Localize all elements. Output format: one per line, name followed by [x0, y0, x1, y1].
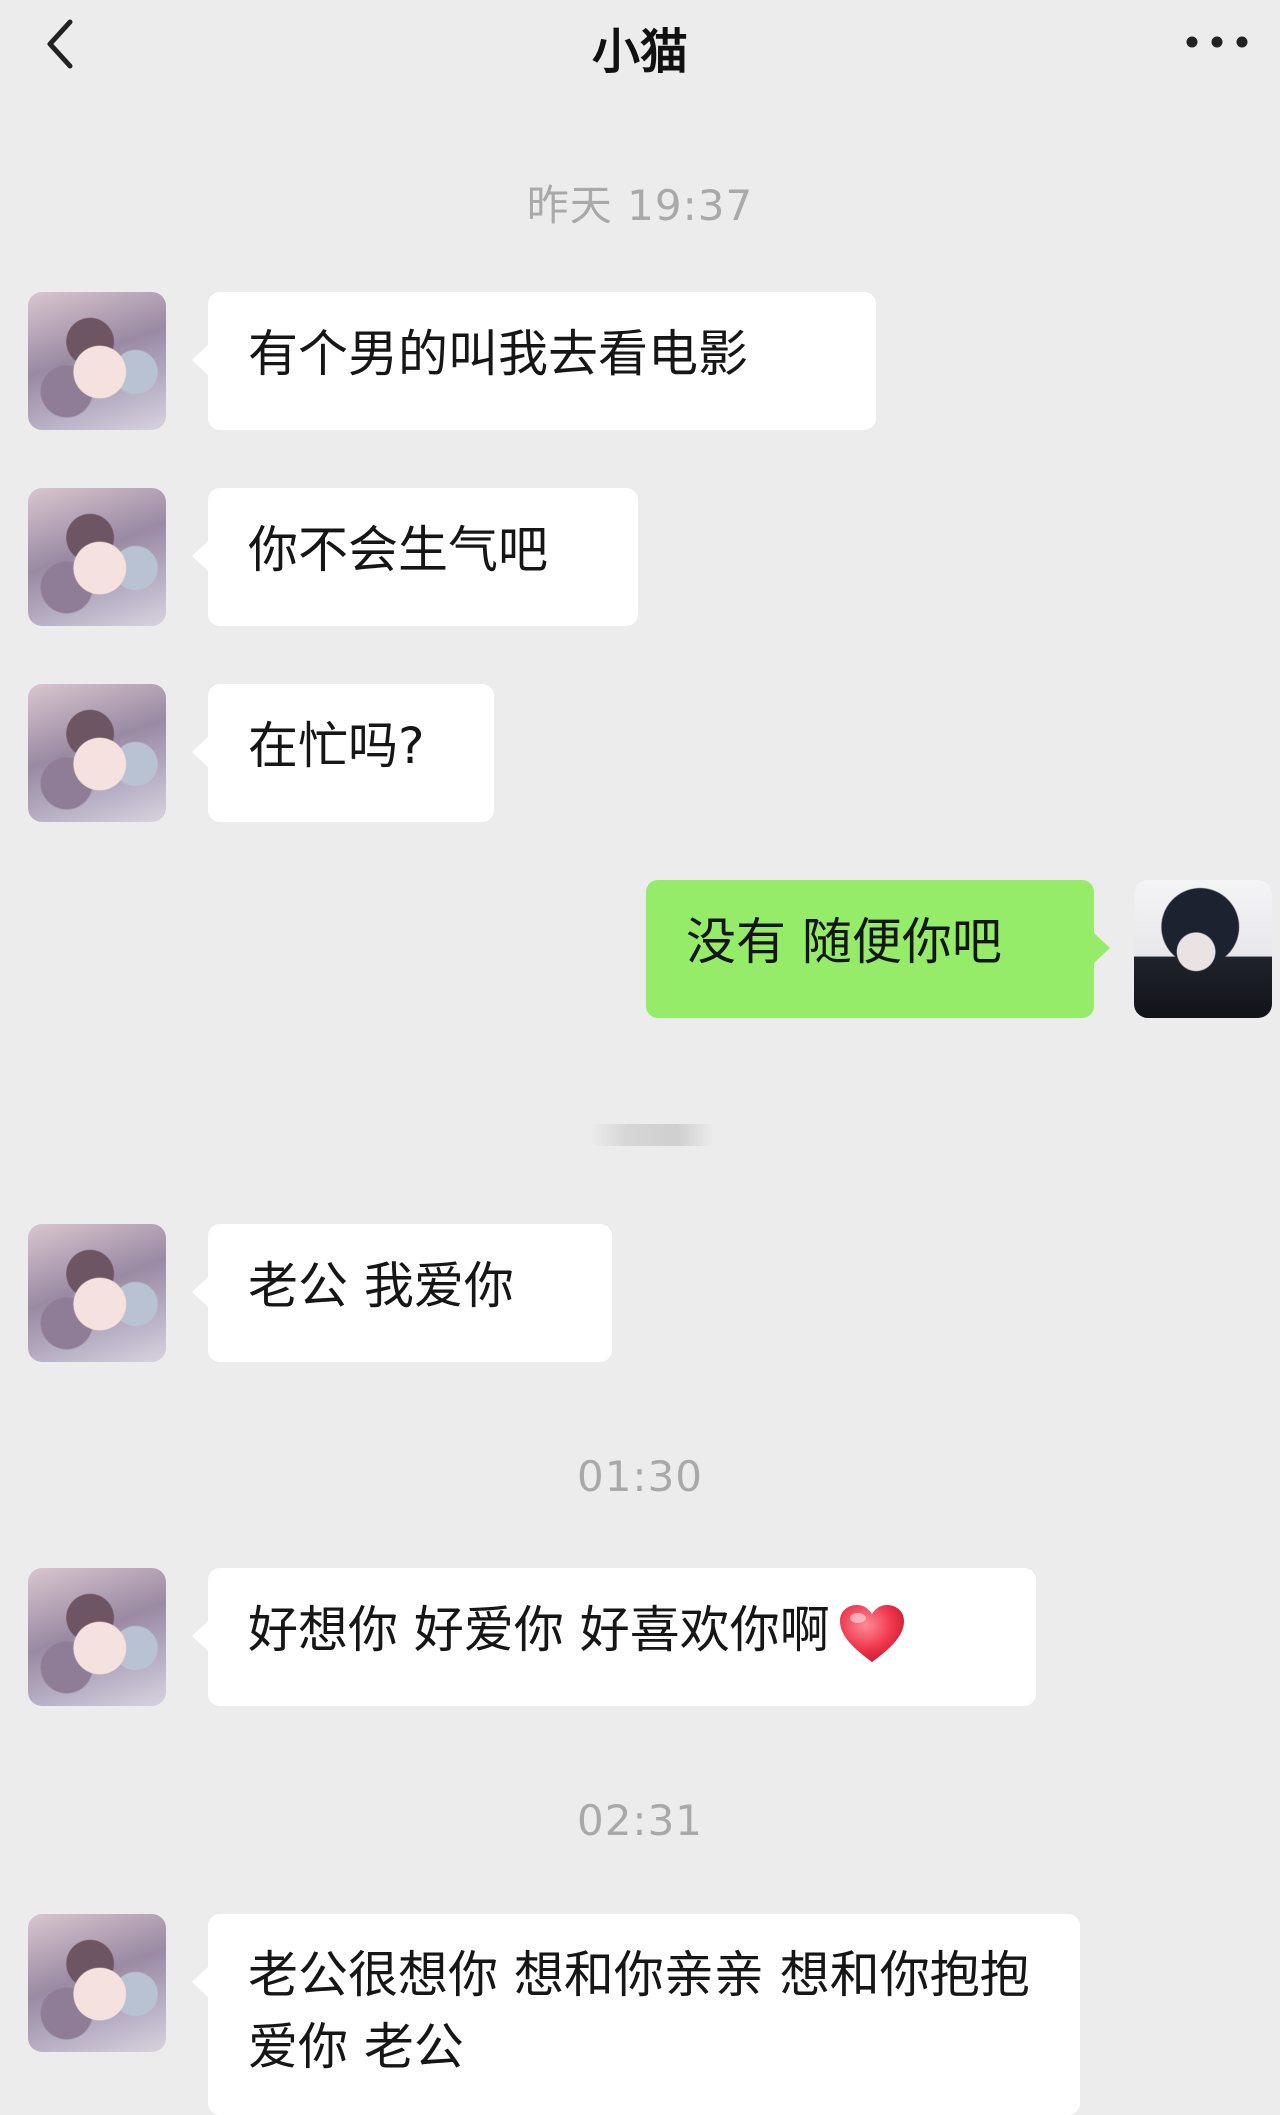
contact-avatar[interactable]	[28, 1568, 166, 1706]
incoming-message[interactable]: 你不会生气吧	[192, 488, 638, 626]
more-icon[interactable]	[1182, 30, 1252, 54]
blurred-separator	[590, 1124, 714, 1146]
incoming-message[interactable]: 好想你 好爱你 好喜欢你啊	[192, 1568, 1036, 1706]
contact-avatar[interactable]	[28, 684, 166, 822]
incoming-message[interactable]: 有个男的叫我去看电影	[192, 292, 876, 430]
incoming-message[interactable]: 老公 我爱你	[192, 1224, 612, 1362]
heart-icon	[839, 1604, 904, 1662]
contact-avatar[interactable]	[28, 292, 166, 430]
incoming-message[interactable]: 老公很想你 想和你亲亲 想和你抱抱 爱你 老公	[192, 1914, 1080, 2115]
contact-avatar[interactable]	[28, 1914, 166, 2052]
timestamp: 02:31	[576, 1796, 704, 1845]
contact-avatar[interactable]	[28, 488, 166, 626]
chat-header: 小猫	[0, 0, 1280, 100]
chat-title: 小猫	[591, 24, 688, 80]
my-avatar[interactable]	[1134, 880, 1272, 1018]
message-text: 好想你 好爱你 好喜欢你啊	[248, 1601, 830, 1659]
timestamp: 01:30	[576, 1452, 704, 1501]
outgoing-message[interactable]: 没有 随便你吧	[646, 880, 1110, 1018]
incoming-message[interactable]: 在忙吗?	[192, 684, 494, 822]
timestamp: 昨天 19:37	[526, 181, 754, 230]
contact-avatar[interactable]	[28, 1224, 166, 1362]
